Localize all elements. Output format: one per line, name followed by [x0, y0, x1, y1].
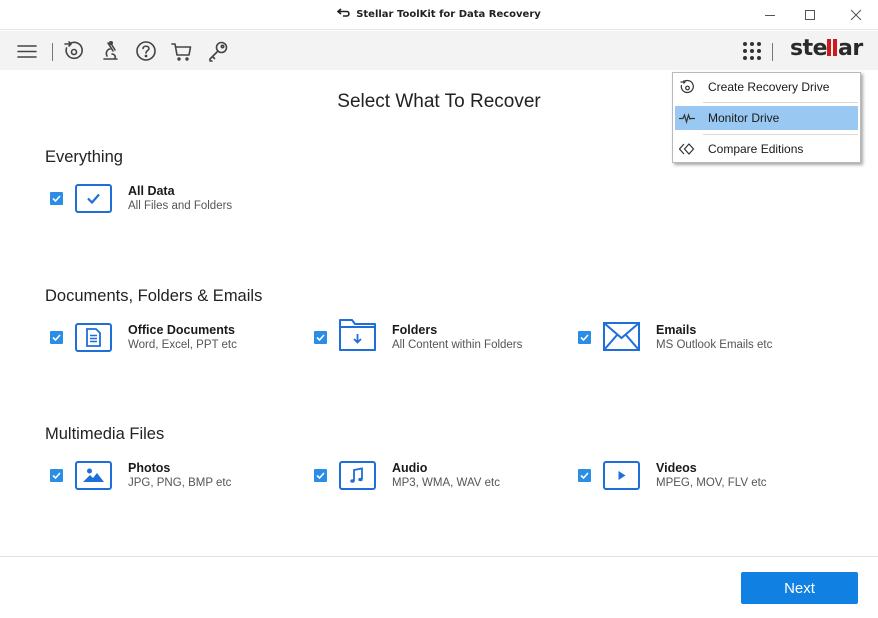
help-icon: [136, 41, 156, 61]
option-description: Word, Excel, PPT etc: [128, 339, 237, 351]
title-bar: Stellar ToolKit for Data Recovery: [0, 0, 878, 30]
option-office-documents[interactable]: Office Documents Word, Excel, PPT etc: [50, 323, 290, 357]
apps-grid-icon: [743, 42, 761, 60]
checkmark-icon: [52, 472, 61, 480]
option-description: MP3, WMA, WAV etc: [392, 477, 500, 489]
logo-text-end: ar: [838, 36, 863, 61]
window-title-wrap: Stellar ToolKit for Data Recovery: [0, 8, 878, 20]
toolbar: [0, 31, 878, 70]
help-button[interactable]: [133, 38, 159, 64]
toolbar-divider: [772, 43, 773, 61]
option-description: MPEG, MOV, FLV etc: [656, 477, 767, 489]
option-videos[interactable]: Videos MPEG, MOV, FLV etc: [578, 461, 818, 495]
section-title-multimedia: Multimedia Files: [45, 425, 165, 443]
apps-button[interactable]: [739, 38, 765, 64]
option-description: JPG, PNG, BMP etc: [128, 477, 232, 489]
section-title-everything: Everything: [45, 148, 123, 166]
menu-item-create-recovery-drive[interactable]: Create Recovery Drive: [675, 75, 858, 99]
menu-divider: [703, 102, 858, 103]
microscope-icon: [103, 40, 118, 60]
minimize-button[interactable]: [750, 0, 790, 30]
checkbox[interactable]: [314, 331, 327, 344]
checkbox[interactable]: [578, 469, 591, 482]
close-button[interactable]: [836, 0, 876, 30]
swap-arrows-icon: [337, 8, 350, 17]
close-icon: [850, 9, 862, 21]
checkbox[interactable]: [578, 331, 591, 344]
menu-item-label: Monitor Drive: [708, 111, 780, 125]
checkmark-icon: [316, 472, 325, 480]
cart-button[interactable]: [169, 38, 195, 64]
menu-divider: [703, 134, 858, 135]
option-description: All Content within Folders: [392, 339, 523, 351]
maximize-icon: [805, 10, 815, 20]
menu-item-label: Create Recovery Drive: [708, 80, 830, 94]
music-note-icon: [339, 461, 376, 490]
recovery-drive-button[interactable]: [61, 38, 87, 64]
checkmark-icon: [52, 195, 61, 203]
next-button[interactable]: Next: [741, 572, 858, 604]
photo-icon: [75, 461, 112, 490]
option-label: Audio: [392, 461, 428, 475]
logo-ll-mark: [827, 39, 838, 56]
stellar-logo: ste ar: [790, 36, 863, 61]
option-emails[interactable]: Emails MS Outlook Emails etc: [578, 322, 818, 357]
option-label: Folders: [392, 323, 438, 337]
checkbox[interactable]: [50, 469, 63, 482]
checkbox[interactable]: [50, 331, 63, 344]
option-description: All Files and Folders: [128, 200, 233, 212]
checkmark-icon: [52, 334, 61, 342]
logo-text-start: ste: [790, 36, 828, 61]
checkmark-icon: [316, 334, 325, 342]
document-icon: [75, 323, 112, 352]
compare-icon: [678, 141, 695, 157]
footer-divider: [0, 556, 878, 557]
tools-dropdown-menu: Create Recovery Drive Monitor Drive Comp…: [672, 72, 861, 163]
recovery-drive-icon: [64, 41, 83, 60]
checkbox[interactable]: [314, 469, 327, 482]
checkmark-icon: [580, 472, 589, 480]
option-photos[interactable]: Photos JPG, PNG, BMP etc: [50, 461, 290, 495]
option-label: Videos: [656, 461, 697, 475]
section-title-documents: Documents, Folders & Emails: [45, 287, 263, 305]
menu-icon: [17, 45, 37, 58]
option-description: MS Outlook Emails etc: [656, 339, 773, 351]
option-all-data[interactable]: All Data All Files and Folders: [50, 184, 290, 218]
check-box-icon: [75, 184, 112, 213]
minimize-icon: [765, 15, 775, 16]
pulse-icon: [679, 110, 695, 126]
option-folders[interactable]: Folders All Content within Folders: [314, 319, 554, 357]
menu-item-label: Compare Editions: [708, 142, 804, 156]
analyze-button[interactable]: [97, 38, 123, 64]
key-button[interactable]: [205, 38, 231, 64]
option-label: Office Documents: [128, 323, 235, 337]
window-title: Stellar ToolKit for Data Recovery: [356, 9, 541, 20]
recovery-drive-icon: [679, 79, 695, 95]
checkmark-icon: [580, 334, 589, 342]
option-audio[interactable]: Audio MP3, WMA, WAV etc: [314, 461, 554, 495]
option-label: All Data: [128, 184, 175, 198]
menu-item-monitor-drive[interactable]: Monitor Drive: [675, 106, 858, 130]
option-label: Emails: [656, 323, 697, 337]
checkbox[interactable]: [50, 192, 63, 205]
menu-button[interactable]: [14, 38, 40, 64]
maximize-button[interactable]: [790, 0, 830, 30]
toolbar-divider: [52, 43, 53, 61]
cart-icon: [171, 43, 192, 61]
key-icon: [209, 41, 228, 62]
menu-item-compare-editions[interactable]: Compare Editions: [675, 137, 858, 161]
folder-icon: [339, 317, 376, 353]
play-icon: [603, 461, 640, 490]
envelope-icon: [603, 322, 640, 351]
option-label: Photos: [128, 461, 171, 475]
